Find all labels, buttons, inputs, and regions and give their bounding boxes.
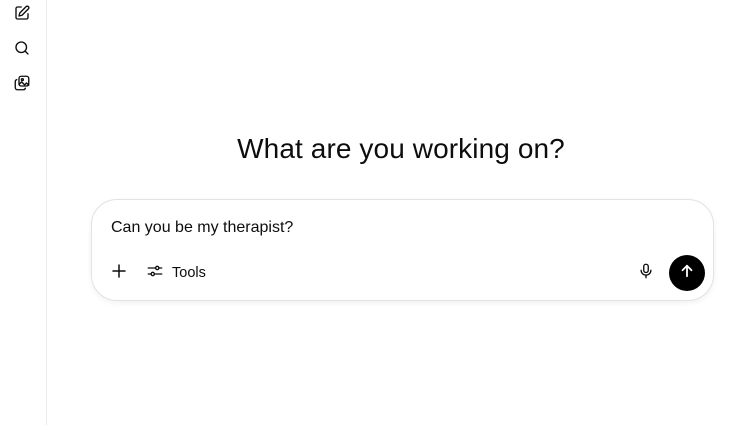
prompt-composer: Tools bbox=[91, 199, 714, 301]
search-icon bbox=[13, 39, 31, 62]
send-button[interactable] bbox=[669, 255, 705, 291]
new-chat-button[interactable] bbox=[8, 1, 36, 29]
prompt-input[interactable] bbox=[111, 216, 691, 240]
library-button[interactable] bbox=[8, 71, 36, 99]
microphone-icon bbox=[637, 262, 655, 285]
chat-app: What are you working on? Can you be my t… bbox=[0, 0, 755, 425]
image-library-icon bbox=[13, 74, 31, 97]
sliders-icon bbox=[146, 262, 164, 284]
plus-icon bbox=[110, 262, 128, 285]
arrow-up-icon bbox=[678, 262, 696, 285]
add-attachment-button[interactable] bbox=[106, 260, 132, 286]
page-title: What are you working on? bbox=[237, 133, 565, 164]
tools-button[interactable]: Tools bbox=[142, 260, 210, 286]
voice-input-button[interactable] bbox=[633, 260, 659, 286]
search-chats-button[interactable] bbox=[8, 36, 36, 64]
sidebar bbox=[0, 0, 47, 425]
pencil-square-icon bbox=[13, 4, 31, 27]
main-area: What are you working on? Can you be my t… bbox=[47, 0, 755, 425]
tools-label: Tools bbox=[172, 265, 206, 281]
